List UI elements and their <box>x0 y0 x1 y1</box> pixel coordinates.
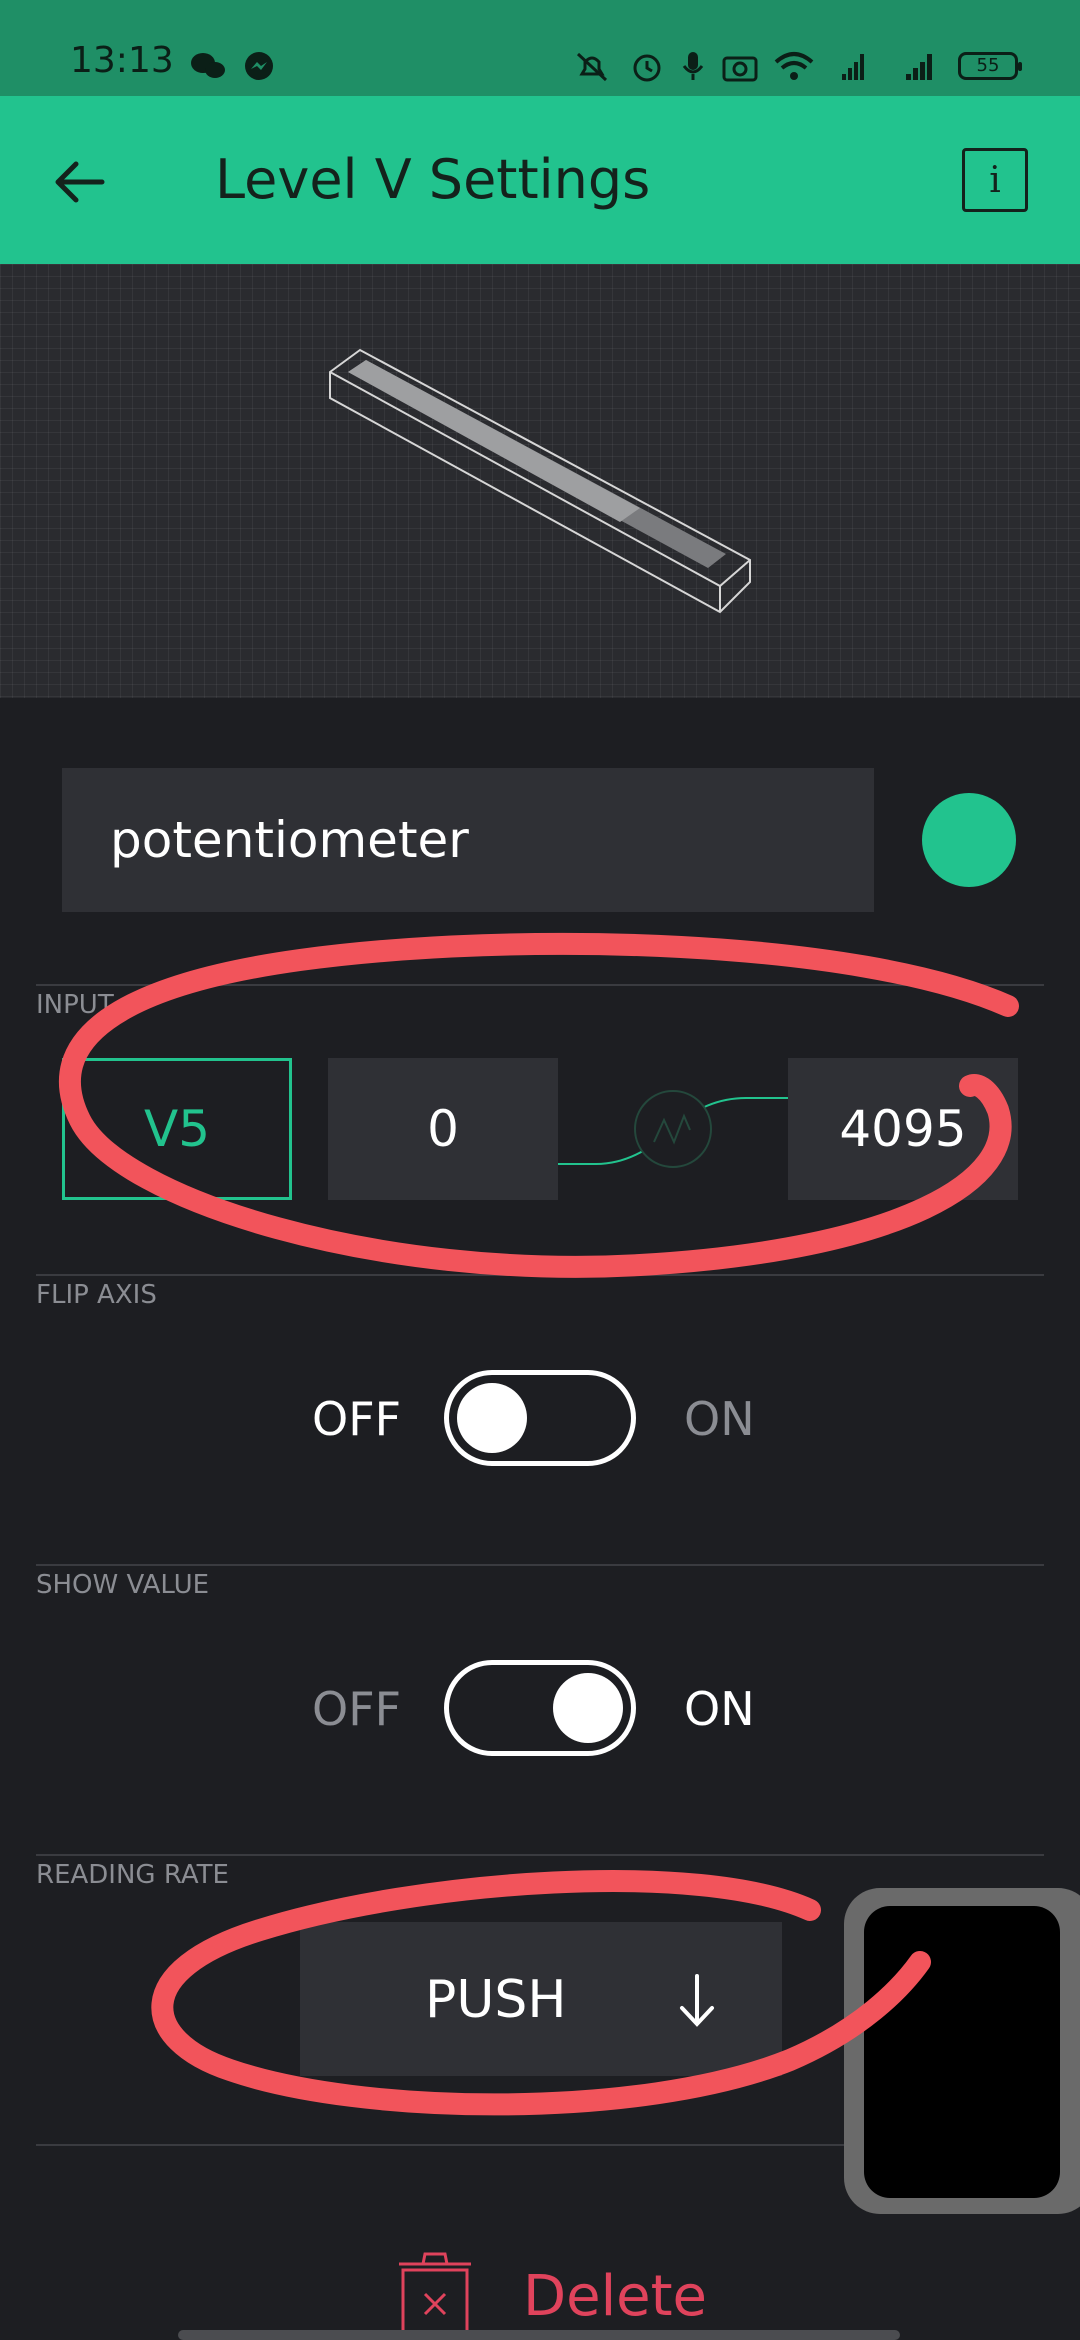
reading-rate-dropdown[interactable]: PUSH <box>300 1922 782 2076</box>
widget-name-input[interactable]: potentiometer <box>62 768 874 912</box>
arrow-down-icon <box>680 1974 714 2027</box>
alarm-icon <box>633 54 661 82</box>
battery-icon: 55 <box>958 52 1022 80</box>
divider <box>36 1564 1044 1566</box>
delete-label: Delete <box>523 2264 707 2329</box>
divider <box>36 1274 1044 1276</box>
min-value-input[interactable]: 0 <box>328 1058 558 1200</box>
show-value-on-label: ON <box>684 1682 755 1736</box>
pin-value: V5 <box>143 1100 210 1158</box>
info-button[interactable]: i <box>962 148 1028 212</box>
toggle-knob <box>457 1383 527 1453</box>
trash-icon <box>399 2252 471 2340</box>
signal-4g-icon <box>842 54 864 80</box>
input-label: INPUT <box>36 990 114 1020</box>
back-arrow-icon[interactable] <box>40 142 130 222</box>
phone-preview-screen <box>864 1906 1060 2198</box>
camera-icon <box>722 56 758 82</box>
flip-axis-off-label: OFF <box>312 1392 402 1446</box>
navigation-handle[interactable] <box>178 2330 900 2340</box>
flip-axis-on-label: ON <box>684 1392 755 1446</box>
flip-axis-toggle[interactable] <box>444 1370 636 1466</box>
delete-button[interactable]: Delete <box>395 2250 725 2340</box>
mute-icon <box>576 52 608 82</box>
max-value: 4095 <box>839 1100 967 1158</box>
divider <box>36 1854 1044 1856</box>
wechat-icon <box>191 53 225 78</box>
show-value-off-label: OFF <box>312 1682 402 1736</box>
mapping-curve-icon <box>558 1090 790 1168</box>
reading-rate-value: PUSH <box>425 1970 567 2030</box>
wifi-icon <box>774 52 814 80</box>
min-value: 0 <box>427 1100 459 1158</box>
show-value-toggle[interactable] <box>444 1660 636 1756</box>
messenger-icon <box>245 52 273 80</box>
color-picker-button[interactable] <box>922 793 1016 887</box>
widget-name-value: potentiometer <box>110 811 469 869</box>
max-value-input[interactable]: 4095 <box>788 1058 1018 1200</box>
info-icon: i <box>989 159 1001 201</box>
level-widget-illustration <box>329 348 751 614</box>
flip-axis-label: FLIP AXIS <box>36 1280 157 1310</box>
reading-rate-label: READING RATE <box>36 1860 229 1890</box>
toggle-knob <box>553 1673 623 1743</box>
page-title: Level V Settings <box>215 148 651 211</box>
status-time: 13:13 <box>70 40 174 81</box>
pin-select-button[interactable]: V5 <box>62 1058 292 1200</box>
signal-3g-icon <box>906 54 932 80</box>
divider <box>36 984 1044 986</box>
show-value-label: SHOW VALUE <box>36 1570 210 1600</box>
mic-icon <box>682 52 704 80</box>
widget-preview <box>0 264 1080 698</box>
